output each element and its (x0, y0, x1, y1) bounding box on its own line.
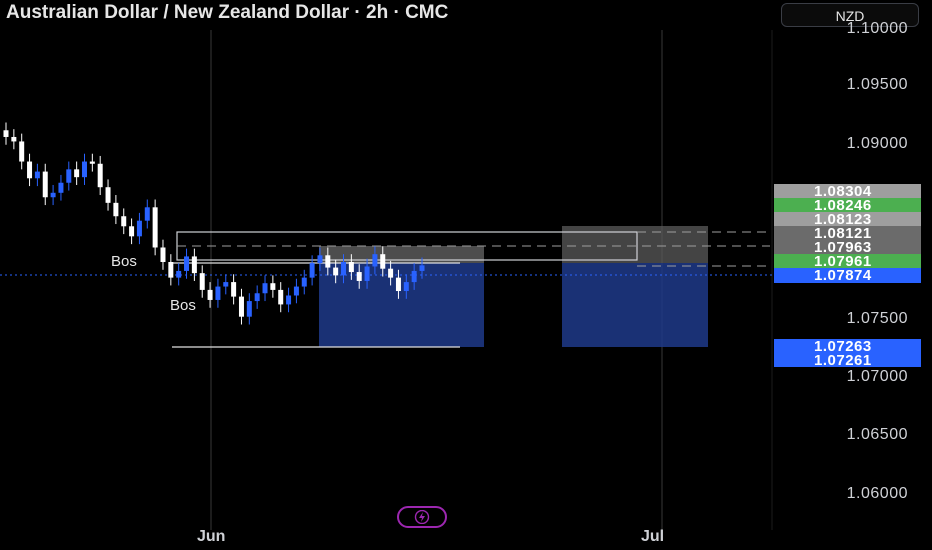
price-axis-label: 1.09000 (846, 135, 908, 152)
price-axis-label: 1.06500 (846, 426, 908, 443)
replay-button[interactable] (397, 506, 447, 528)
price-axis-label: 1.09500 (846, 76, 908, 93)
candle-body (168, 262, 174, 278)
candle-body (207, 289, 213, 300)
candle-body (254, 293, 260, 302)
candle-body (81, 161, 87, 178)
candle-body (419, 265, 425, 271)
candle-body (11, 136, 17, 142)
candle-body (341, 262, 347, 276)
price-tag: 1.07874 (774, 268, 921, 283)
candle-body (3, 130, 9, 137)
candle-body (301, 277, 307, 287)
candle-body (372, 254, 378, 267)
candle-body (348, 262, 354, 273)
candle-body (97, 163, 103, 188)
candle-body (136, 220, 142, 237)
candle-body (309, 263, 315, 278)
bos-annotation-upper: Bos (111, 253, 137, 270)
candle-body (215, 286, 221, 300)
price-tag: 1.07261 (774, 353, 921, 368)
candle-body (388, 268, 394, 278)
candle-body (380, 254, 386, 269)
candle-body (176, 270, 182, 278)
candle-body (129, 226, 135, 237)
candle-body (144, 207, 150, 221)
candle-body (58, 182, 64, 193)
candle-body (278, 289, 284, 305)
candle-body (395, 277, 401, 292)
candle-body (34, 171, 40, 179)
candle-body (191, 256, 197, 274)
price-axis-label: 1.07500 (846, 310, 908, 327)
candle-body (199, 273, 205, 290)
candle-body (50, 192, 56, 198)
candle-body (42, 171, 48, 198)
price-axis-label: 1.06000 (846, 485, 908, 502)
candle-body (152, 207, 158, 248)
candle-body (160, 247, 166, 262)
candle-body (238, 296, 244, 317)
candle-body (325, 255, 331, 268)
lightning-bolt-icon (414, 510, 430, 524)
candle-body (246, 301, 252, 317)
candle-body (286, 295, 292, 305)
time-axis-label-jul: Jul (641, 528, 665, 545)
candle-body (121, 216, 127, 227)
candle-body (411, 270, 417, 283)
supply-zone-box-2[interactable] (562, 263, 708, 347)
candle-body (113, 202, 119, 217)
candle-body (105, 187, 111, 203)
candle-body (262, 283, 268, 294)
candle-body (89, 161, 95, 164)
candle-body (184, 256, 190, 271)
price-tag: 1.07263 (774, 339, 921, 354)
candle-body (27, 161, 33, 179)
candle-body (270, 283, 276, 290)
candle-body (223, 282, 229, 287)
chart-title: Australian Dollar / New Zealand Dollar ·… (6, 2, 449, 23)
bos-annotation-lower: Bos (170, 297, 196, 314)
candle-body (317, 255, 323, 264)
candle-body (293, 286, 299, 296)
candle-body (364, 266, 370, 281)
price-axis-label: 1.10000 (846, 20, 908, 37)
time-axis-label-jun: Jun (197, 528, 226, 545)
candle-body (231, 282, 237, 297)
price-axis-label: 1.07000 (846, 368, 908, 385)
candle-body (333, 267, 339, 276)
candle-body (74, 169, 80, 178)
candle-body (66, 169, 72, 183)
candle-body (356, 272, 362, 281)
candle-body (19, 141, 25, 162)
candle-body (403, 282, 409, 292)
